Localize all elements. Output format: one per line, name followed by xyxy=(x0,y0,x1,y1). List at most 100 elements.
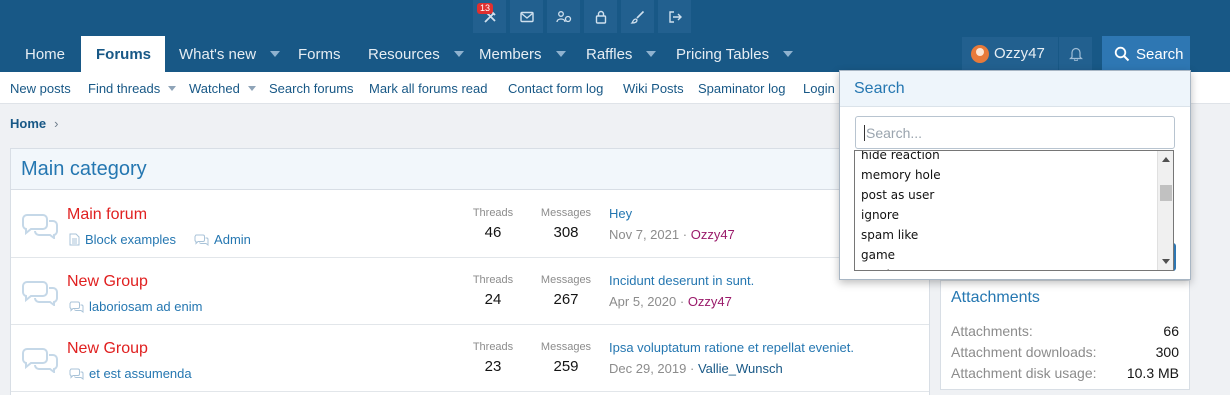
latest-user-link[interactable]: Vallie_Wunsch xyxy=(698,361,783,376)
messages-count: 308 xyxy=(553,224,579,241)
subnav-label: Login xyxy=(803,81,835,96)
meta-separator: · xyxy=(689,361,695,376)
tab-forms[interactable]: Forms xyxy=(298,36,341,72)
latest-thread-link[interactable]: Hey xyxy=(609,206,735,221)
chevron-down-icon[interactable] xyxy=(247,86,256,91)
breadcrumb-home[interactable]: Home xyxy=(10,116,46,131)
logout-button[interactable] xyxy=(658,0,691,33)
search-icon xyxy=(1114,46,1130,62)
bell-icon xyxy=(1068,47,1083,61)
subforum-label: Admin xyxy=(214,232,251,247)
style-button[interactable] xyxy=(621,0,654,33)
messages-label: Messages xyxy=(540,207,592,219)
subforum-list: Block examples Admin xyxy=(69,232,269,247)
stat-row: Attachments: 66 xyxy=(951,323,1179,339)
document-icon xyxy=(69,233,80,246)
autocomplete-option[interactable]: memory hole xyxy=(861,165,941,185)
chat-bubbles-icon xyxy=(69,368,84,380)
subnav-label: Find threads xyxy=(88,81,161,96)
account-button[interactable]: Ozzy47 xyxy=(962,37,1058,70)
chevron-down-icon[interactable] xyxy=(168,86,177,91)
subnav-watched[interactable]: Watched xyxy=(189,81,256,96)
subnav-login[interactable]: Login xyxy=(803,81,835,96)
latest-user-link[interactable]: Ozzy47 xyxy=(691,227,735,242)
forum-category-block: Main category Main forum Block examples … xyxy=(10,148,930,395)
members-admin-button[interactable] xyxy=(547,0,580,33)
moderation-button[interactable] xyxy=(584,0,617,33)
messages-stat: Messages 308 xyxy=(537,207,595,241)
attachments-title[interactable]: Attachments xyxy=(951,289,1040,307)
inbox-button[interactable] xyxy=(510,0,543,33)
scrollbar-thumb[interactable] xyxy=(1160,185,1172,201)
alerts-button[interactable] xyxy=(1059,37,1092,70)
tab-forums[interactable]: Forums xyxy=(81,36,165,72)
chat-bubbles-icon xyxy=(69,301,84,313)
latest-thread-link[interactable]: Ipsa voluptatum ratione et repellat even… xyxy=(609,340,854,355)
threads-label: Threads xyxy=(472,207,514,219)
chevron-down-icon[interactable] xyxy=(270,51,281,57)
search-input[interactable]: Search... xyxy=(855,116,1175,149)
autocomplete-option[interactable]: hide reaction xyxy=(861,151,941,165)
tab-label: Resources xyxy=(368,45,440,63)
subnav-spaminator-log[interactable]: Spaminator log xyxy=(698,81,785,96)
latest-meta: Apr 5, 2020 · Ozzy47 xyxy=(609,294,754,309)
forum-title[interactable]: New Group xyxy=(67,273,148,291)
chevron-down-icon[interactable] xyxy=(555,51,566,57)
meta-separator: · xyxy=(679,294,685,309)
scrollbar[interactable] xyxy=(1157,151,1173,270)
chat-bubbles-icon xyxy=(22,348,58,373)
lock-icon xyxy=(595,10,606,24)
subforum-link[interactable]: laboriosam ad enim xyxy=(69,299,202,314)
latest-post: Incidunt deserunt in sunt. Apr 5, 2020 ·… xyxy=(609,273,754,309)
autocomplete-option[interactable]: game xyxy=(861,245,941,265)
tab-pricing-tables[interactable]: Pricing Tables xyxy=(676,36,794,72)
latest-user-link[interactable]: Ozzy47 xyxy=(688,294,732,309)
autocomplete-list[interactable]: hide reaction memory hole post as user i… xyxy=(854,150,1174,271)
tab-home[interactable]: Home xyxy=(10,36,80,72)
autocomplete-option[interactable]: spam like xyxy=(861,225,941,245)
admin-tools-button[interactable]: 13 xyxy=(473,0,506,33)
latest-post: Ipsa voluptatum ratione et repellat even… xyxy=(609,340,854,376)
subnav-label: Watched xyxy=(189,81,240,96)
subnav-new-posts[interactable]: New posts xyxy=(10,81,71,96)
latest-date[interactable]: Apr 5, 2020 xyxy=(609,294,676,309)
tab-whats-new[interactable]: What's new xyxy=(179,36,281,72)
tab-members[interactable]: Members xyxy=(479,36,566,72)
chevron-down-icon[interactable] xyxy=(453,51,464,57)
autocomplete-option[interactable]: music xyxy=(861,265,941,270)
tab-label: Forums xyxy=(96,45,152,63)
subforum-label: et est assumenda xyxy=(89,366,192,381)
search-button[interactable]: Search xyxy=(1102,36,1190,72)
subforum-link[interactable]: et est assumenda xyxy=(69,366,192,381)
subforum-link[interactable]: Block examples xyxy=(69,232,176,247)
chevron-down-icon[interactable] xyxy=(646,51,657,57)
scroll-up-icon[interactable] xyxy=(1162,157,1170,162)
autocomplete-option[interactable]: post as user xyxy=(861,185,941,205)
forum-title[interactable]: Main forum xyxy=(67,206,147,224)
latest-date[interactable]: Nov 7, 2021 xyxy=(609,227,679,242)
subnav-mark-all-read[interactable]: Mark all forums read xyxy=(369,81,487,96)
envelope-icon xyxy=(519,11,534,22)
logout-icon xyxy=(668,10,682,23)
tab-raffles[interactable]: Raffles xyxy=(586,36,657,72)
chevron-right-icon: › xyxy=(54,116,59,131)
threads-count: 23 xyxy=(484,358,502,375)
staff-icon-bar: 13 xyxy=(473,0,691,34)
subnav-search-forums[interactable]: Search forums xyxy=(269,81,354,96)
category-title[interactable]: Main category xyxy=(11,149,929,190)
latest-thread-link[interactable]: Incidunt deserunt in sunt. xyxy=(609,273,754,288)
messages-count: 259 xyxy=(553,358,579,375)
subnav-contact-form-log[interactable]: Contact form log xyxy=(508,81,603,96)
chevron-down-icon[interactable] xyxy=(783,51,794,57)
scroll-down-icon[interactable] xyxy=(1162,259,1170,264)
subnav-wiki-posts[interactable]: Wiki Posts xyxy=(623,81,684,96)
meta-separator: · xyxy=(682,227,688,242)
chat-bubbles-icon xyxy=(22,214,58,239)
subforum-link[interactable]: Admin xyxy=(194,232,251,247)
top-header: 13 xyxy=(0,0,1230,36)
autocomplete-option[interactable]: ignore xyxy=(861,205,941,225)
subnav-find-threads[interactable]: Find threads xyxy=(88,81,177,96)
forum-title[interactable]: New Group xyxy=(67,340,148,358)
latest-date[interactable]: Dec 29, 2019 xyxy=(609,361,686,376)
tab-resources[interactable]: Resources xyxy=(368,36,464,72)
